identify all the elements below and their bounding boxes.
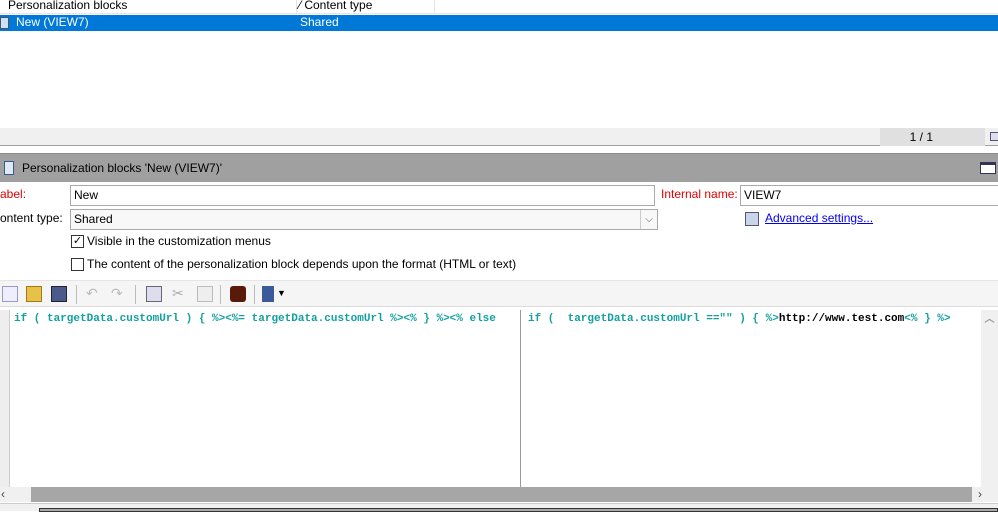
new-icon[interactable] <box>2 286 18 302</box>
list-config-icon[interactable] <box>990 132 998 141</box>
advanced-settings-link[interactable]: Advanced settings... <box>765 211 873 225</box>
visible-checkbox-label: Visible in the customization menus <box>87 234 271 248</box>
page-counter: 1 / 1 <box>880 128 985 146</box>
chevron-down-icon[interactable]: ▼ <box>277 288 286 298</box>
open-icon[interactable] <box>26 286 42 302</box>
chevron-down-icon[interactable]: ⌵ <box>640 210 657 229</box>
editor-toolbar: ↶ ↷ ✂ ▼ <box>0 280 998 307</box>
column-divider[interactable] <box>296 0 297 14</box>
horizontal-scrollbar[interactable]: ‹ › <box>0 487 998 502</box>
list-status-bar: 1 / 1 <box>0 128 998 146</box>
format-dependent-checkbox[interactable] <box>71 258 84 271</box>
paste-icon[interactable] <box>197 286 213 302</box>
panel-title: Personalization blocks 'New (VIEW7)' <box>22 161 222 175</box>
insert-icon[interactable] <box>262 286 274 302</box>
cut-icon[interactable]: ✂ <box>172 286 188 302</box>
content-type-label: ontent type: <box>0 211 63 225</box>
code-segment: <% } %> <box>904 313 951 325</box>
save-icon[interactable] <box>51 286 67 302</box>
content-type-select[interactable]: Shared ⌵ <box>70 209 658 230</box>
maximize-icon[interactable] <box>980 162 996 174</box>
editor-pane-left[interactable]: if ( targetData.customUrl ) { %><%= targ… <box>0 310 521 487</box>
code-segment: if ( targetData.customUrl =="" ) { %> <box>528 313 779 325</box>
code-line: if ( targetData.customUrl ) { %><%= targ… <box>14 313 496 325</box>
panel-title-bar: Personalization blocks 'New (VIEW7)' <box>0 153 998 182</box>
editor-pane-right[interactable]: if ( targetData.customUrl =="" ) { %>htt… <box>522 310 998 487</box>
scroll-right-icon[interactable]: › <box>978 487 982 501</box>
format-dependent-checkbox-label: The content of the personalization block… <box>87 257 517 271</box>
settings-icon <box>745 212 759 226</box>
internal-name-label: Internal name: <box>661 187 738 201</box>
redo-icon[interactable]: ↷ <box>111 286 127 302</box>
toolbar-separator <box>220 285 221 304</box>
row-type: Shared <box>300 15 339 29</box>
scroll-up-icon[interactable]: ︿ <box>981 310 998 326</box>
scrollbar-thumb[interactable] <box>31 487 972 502</box>
table-row[interactable]: New (VIEW7) Shared <box>0 15 998 31</box>
label-input[interactable]: New <box>70 185 655 206</box>
bottom-tab-bar <box>0 503 998 512</box>
copy-icon[interactable] <box>146 286 162 302</box>
toolbar-separator <box>254 285 255 304</box>
code-line: if ( targetData.customUrl =="" ) { %>htt… <box>528 313 950 325</box>
bottom-pane <box>39 508 998 512</box>
find-icon[interactable] <box>230 286 246 302</box>
vertical-scrollbar[interactable]: ︿ <box>981 310 998 487</box>
document-icon <box>4 161 14 175</box>
internal-name-input[interactable]: VIEW7 <box>740 185 998 206</box>
code-url: http://www.test.com <box>778 313 905 325</box>
toolbar-separator <box>76 285 77 304</box>
column-header-name[interactable]: Personalization blocks <box>8 0 127 12</box>
column-label: Content type <box>304 0 373 12</box>
undo-icon[interactable]: ↶ <box>86 286 102 302</box>
editor-gutter <box>0 310 10 487</box>
column-header-content-type[interactable]: ⁄ Content type <box>299 0 372 12</box>
row-name: New (VIEW7) <box>16 15 89 29</box>
list-header: Personalization blocks ⁄ Content type <box>0 0 998 14</box>
label-field-label: abel: <box>0 187 27 201</box>
scroll-left-icon[interactable]: ‹ <box>1 487 5 501</box>
block-icon <box>0 17 9 29</box>
content-type-value: Shared <box>74 212 113 226</box>
toolbar-separator <box>135 285 136 304</box>
visible-checkbox[interactable]: ✓ <box>71 235 84 248</box>
column-divider[interactable] <box>434 0 435 14</box>
